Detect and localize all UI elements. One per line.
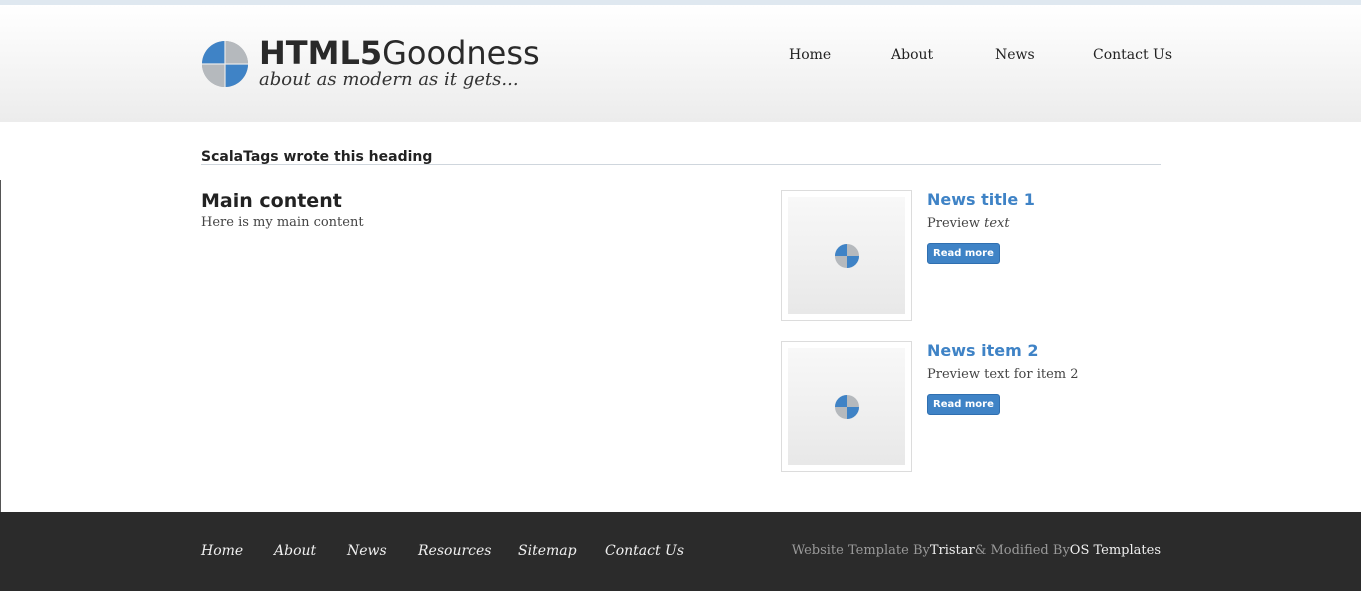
credit-middle: & Modified By xyxy=(974,543,1070,558)
news-title[interactable]: News item 2 xyxy=(927,341,1038,360)
site-title[interactable]: HTML5Goodness xyxy=(259,35,540,71)
nav-news[interactable]: News xyxy=(995,47,1035,63)
section-heading: ScalaTags wrote this heading xyxy=(201,146,1161,165)
news-preview: Preview text xyxy=(927,216,1010,231)
credit-modifier-link[interactable]: OS Templates xyxy=(1070,543,1161,558)
main-content-title: Main content xyxy=(201,190,342,212)
quartered-circle-icon xyxy=(835,395,859,419)
news-preview-text: Preview text for item 2 xyxy=(927,367,1079,382)
thumbnail-frame xyxy=(788,197,905,314)
credit-author-link[interactable]: Tristar xyxy=(930,543,975,558)
quartered-circle-icon xyxy=(835,244,859,268)
footer-nav-about[interactable]: About xyxy=(274,543,316,559)
news-title[interactable]: News title 1 xyxy=(927,190,1035,209)
footer-credits: Website Template ByTristar& Modified ByO… xyxy=(792,543,1161,558)
nav-contact-us[interactable]: Contact Us xyxy=(1093,47,1172,63)
site-title-rest: Goodness xyxy=(382,34,540,72)
read-more-button[interactable]: Read more xyxy=(927,243,1000,264)
footer-nav-sitemap[interactable]: Sitemap xyxy=(518,543,577,559)
news-preview: Preview text for item 2 xyxy=(927,367,1079,382)
news-preview-text: Preview xyxy=(927,216,985,231)
site-tagline: about as modern as it gets... xyxy=(259,69,519,90)
thumbnail-frame xyxy=(788,348,905,465)
main-content-text: Here is my main content xyxy=(201,215,364,230)
news-preview-italic: text xyxy=(984,216,1010,231)
news-item: News title 1 Preview text Read more xyxy=(781,190,1161,321)
section-heading-text: ScalaTags wrote this heading xyxy=(201,149,433,165)
footer: Home About News Resources Sitemap Contac… xyxy=(0,512,1361,591)
news-thumbnail[interactable] xyxy=(781,341,912,472)
nav-about[interactable]: About xyxy=(891,47,933,63)
left-edge-line xyxy=(0,180,1,512)
footer-nav-resources[interactable]: Resources xyxy=(418,543,491,559)
site-title-bold: HTML5 xyxy=(259,34,383,72)
footer-nav-home[interactable]: Home xyxy=(201,543,243,559)
quartered-circle-logo-icon[interactable] xyxy=(201,40,249,88)
news-item: News item 2 Preview text for item 2 Read… xyxy=(781,341,1161,472)
nav-home[interactable]: Home xyxy=(789,47,831,63)
footer-nav-contact-us[interactable]: Contact Us xyxy=(605,543,684,559)
news-thumbnail[interactable] xyxy=(781,190,912,321)
footer-nav-news[interactable]: News xyxy=(347,543,387,559)
top-nav: Home About News Contact Us xyxy=(789,47,1172,67)
header: HTML5Goodness about as modern as it gets… xyxy=(0,5,1361,122)
credit-prefix: Website Template By xyxy=(791,543,930,558)
read-more-button[interactable]: Read more xyxy=(927,394,1000,415)
